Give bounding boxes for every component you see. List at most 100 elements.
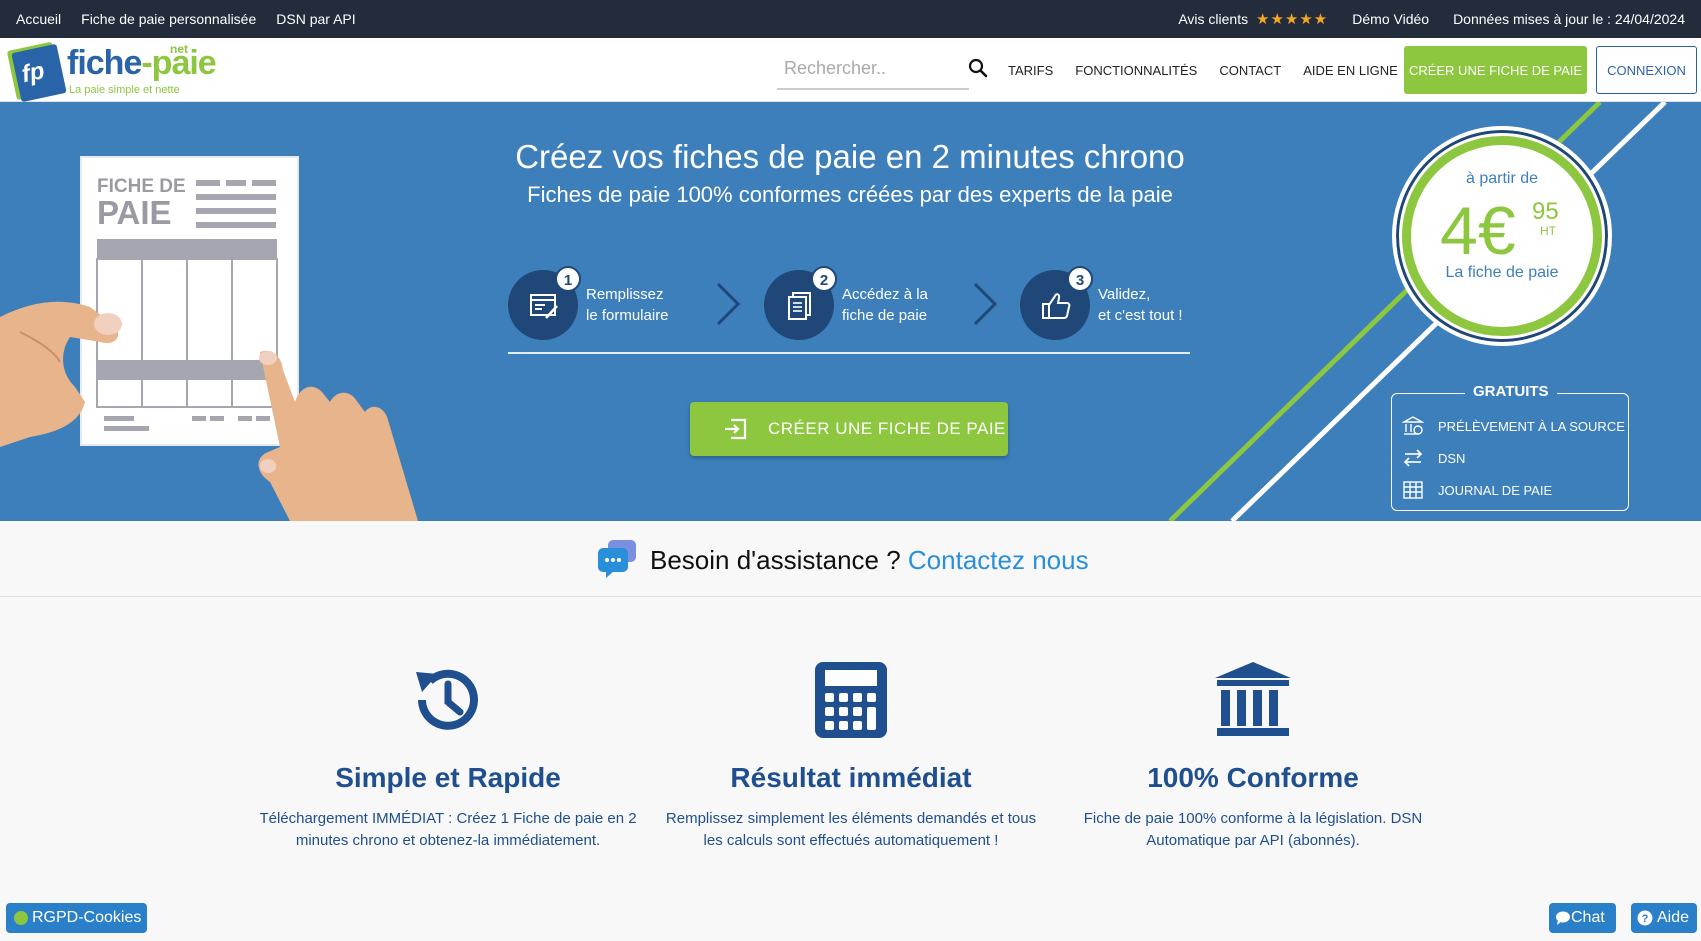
check-icon xyxy=(14,911,28,925)
update-date: Données mises à jour le : 24/04/2024 xyxy=(1453,11,1685,27)
price-badge: à partir de 4€ 95 HT La fiche de paie xyxy=(1392,126,1612,346)
feature-3-text: Fiche de paie 100% conforme à la législa… xyxy=(1083,810,1423,849)
create-payslip-button[interactable]: CRÉER UNE FICHE DE PAIE xyxy=(690,402,1008,456)
steps-divider xyxy=(508,352,1190,354)
step-3-line1: Validez, xyxy=(1098,286,1151,303)
rgpd-cookies-button[interactable]: RGPD-Cookies xyxy=(6,903,147,933)
top-link-dsn-api[interactable]: DSN par API xyxy=(276,11,355,27)
create-payslip-button-header[interactable]: CRÉER UNE FICHE DE PAIE xyxy=(1404,46,1587,94)
nav-pricing[interactable]: TARIFS xyxy=(1008,63,1053,78)
assistance-text: Besoin d'assistance ? Contactez nous xyxy=(650,545,1089,576)
step-3-text: Validez, et c'est tout ! xyxy=(1098,284,1248,326)
assistance-bar: Besoin d'assistance ? Contactez nous xyxy=(0,521,1701,597)
exchange-icon xyxy=(1403,449,1423,467)
free-item-withholding[interactable]: PRÉLÈVEMENT À LA SOURCE xyxy=(1402,414,1625,438)
free-item-journal-label: JOURNAL DE PAIE xyxy=(1438,482,1553,498)
nav-online-help[interactable]: AIDE EN LIGNE xyxy=(1303,63,1398,78)
nav-contact[interactable]: CONTACT xyxy=(1219,63,1281,78)
institution-icon xyxy=(1215,662,1291,736)
hero-subtitle: Fiches de paie 100% conformes créées par… xyxy=(527,182,1173,207)
thumbs-up-icon xyxy=(1042,293,1071,319)
nav-features[interactable]: FONCTIONNALITÉS xyxy=(1075,63,1197,78)
feature-immediate-result: Résultat immédiat Remplissez simplement … xyxy=(661,660,1041,852)
main-header: fp fiche-paie net La paie simple et nett… xyxy=(0,38,1701,103)
help-label: Aide xyxy=(1657,909,1690,926)
feature-1-text: Téléchargement IMMÉDIAT : Créez 1 Fiche … xyxy=(259,810,637,849)
logo-word-a: fiche xyxy=(67,44,142,82)
svg-text:?: ? xyxy=(1642,913,1649,925)
free-item-dsn-label: DSN xyxy=(1438,450,1466,466)
hero-title: Créez vos fiches de paie en 2 minutes ch… xyxy=(515,138,1185,175)
create-payslip-label: CRÉER UNE FICHE DE PAIE xyxy=(768,419,1006,438)
rating-stars-icon: ★★★★★ xyxy=(1256,11,1329,28)
demo-video-link[interactable]: Démo Vidéo xyxy=(1352,11,1429,27)
price-cents: 95 xyxy=(1532,198,1559,225)
step-1-number: 1 xyxy=(555,266,581,292)
search-box xyxy=(777,50,969,90)
step-1-line2: le formulaire xyxy=(586,307,669,324)
rgpd-label: RGPD-Cookies xyxy=(32,909,142,926)
table-icon xyxy=(1403,481,1423,499)
help-button[interactable]: ? Aide xyxy=(1631,903,1697,933)
customer-reviews-link[interactable]: Avis clients ★★★★★ xyxy=(1178,10,1328,28)
feature-2-title: Résultat immédiat xyxy=(730,762,972,793)
chat-label: Chat xyxy=(1571,909,1605,926)
logo-badge: fp xyxy=(11,43,67,103)
chevron-right-icon xyxy=(716,282,741,326)
top-links: Accueil Fiche de paie personnalisée DSN … xyxy=(16,0,356,38)
history-icon xyxy=(416,669,478,730)
feature-1-title: Simple et Rapide xyxy=(335,762,561,793)
hero-banner: FICHE DE PAIE Créez vos fiches de paie e… xyxy=(0,102,1701,521)
top-bar: Accueil Fiche de paie personnalisée DSN … xyxy=(0,0,1701,38)
login-button[interactable]: CONNEXION xyxy=(1596,46,1697,94)
chat-icon xyxy=(1556,911,1570,925)
contact-us-link[interactable]: Contactez nous xyxy=(908,545,1089,575)
chat-bubbles-icon xyxy=(598,540,636,578)
step-2: 2 Accédez à la fiche de paie xyxy=(764,266,994,340)
calculator-icon xyxy=(815,662,887,738)
top-right: Avis clients ★★★★★ Démo Vidéo Données mi… xyxy=(1178,0,1685,38)
form-icon xyxy=(530,294,558,319)
logo-suffix: net xyxy=(170,42,188,56)
price-unit: La fiche de paie xyxy=(1445,264,1559,281)
chevron-right-icon xyxy=(973,282,998,326)
step-3-number: 3 xyxy=(1067,266,1093,292)
logo-badge-text: fp xyxy=(19,57,48,89)
logo[interactable]: fp fiche-paie net La paie simple et nett… xyxy=(11,40,222,103)
reviews-label: Avis clients xyxy=(1178,11,1249,27)
step-1: 1 Remplissez le formulaire xyxy=(508,266,738,340)
bank-icon xyxy=(1402,416,1424,435)
price-ht: HT xyxy=(1540,224,1556,238)
feature-simple-rapid: Simple et Rapide Téléchargement IMMÉDIAT… xyxy=(258,660,638,852)
doc-title-2: PAIE xyxy=(97,194,172,231)
step-1-line1: Remplissez xyxy=(586,286,664,303)
feature-3-title: 100% Conforme xyxy=(1147,762,1359,793)
free-item-journal[interactable]: JOURNAL DE PAIE xyxy=(1402,478,1552,502)
step-2-line1: Accédez à la xyxy=(842,286,928,303)
step-3-line2: et c'est tout ! xyxy=(1098,307,1183,324)
logo-wordmark: fiche-paie xyxy=(67,44,217,83)
search-icon[interactable] xyxy=(968,58,988,78)
price-from: à partir de xyxy=(1465,170,1539,187)
login-arrow-icon xyxy=(725,418,747,440)
free-item-withholding-label: PRÉLÈVEMENT À LA SOURCE xyxy=(1438,418,1625,434)
step-2-line2: fiche de paie xyxy=(842,307,928,324)
feature-2-text: Remplissez simplement les éléments deman… xyxy=(665,810,1037,849)
free-item-dsn[interactable]: DSN xyxy=(1402,446,1465,470)
document-icon xyxy=(788,292,811,320)
assistance-question: Besoin d'assistance ? xyxy=(650,545,901,575)
main-nav: TARIFS FONCTIONNALITÉS CONTACT AIDE EN L… xyxy=(1008,38,1398,102)
question-icon: ? xyxy=(1637,910,1653,926)
top-link-custom-payslip[interactable]: Fiche de paie personnalisée xyxy=(81,11,256,27)
step-3: 3 Validez, et c'est tout ! xyxy=(1020,266,1250,340)
free-title: GRATUITS xyxy=(1465,383,1557,400)
chat-button[interactable]: Chat xyxy=(1549,903,1616,933)
logo-tagline: La paie simple et nette xyxy=(69,84,180,96)
feature-compliant: 100% Conforme Fiche de paie 100% conform… xyxy=(1063,660,1443,852)
price-amount: 4€ xyxy=(1440,193,1516,269)
free-features-box: GRATUITS PRÉLÈVEMENT À LA SOURCE DSN JOU… xyxy=(1391,383,1629,511)
step-2-number: 2 xyxy=(811,266,837,292)
step-2-text: Accédez à la fiche de paie xyxy=(842,284,992,326)
top-link-home[interactable]: Accueil xyxy=(16,11,61,27)
search-input[interactable] xyxy=(777,50,969,86)
